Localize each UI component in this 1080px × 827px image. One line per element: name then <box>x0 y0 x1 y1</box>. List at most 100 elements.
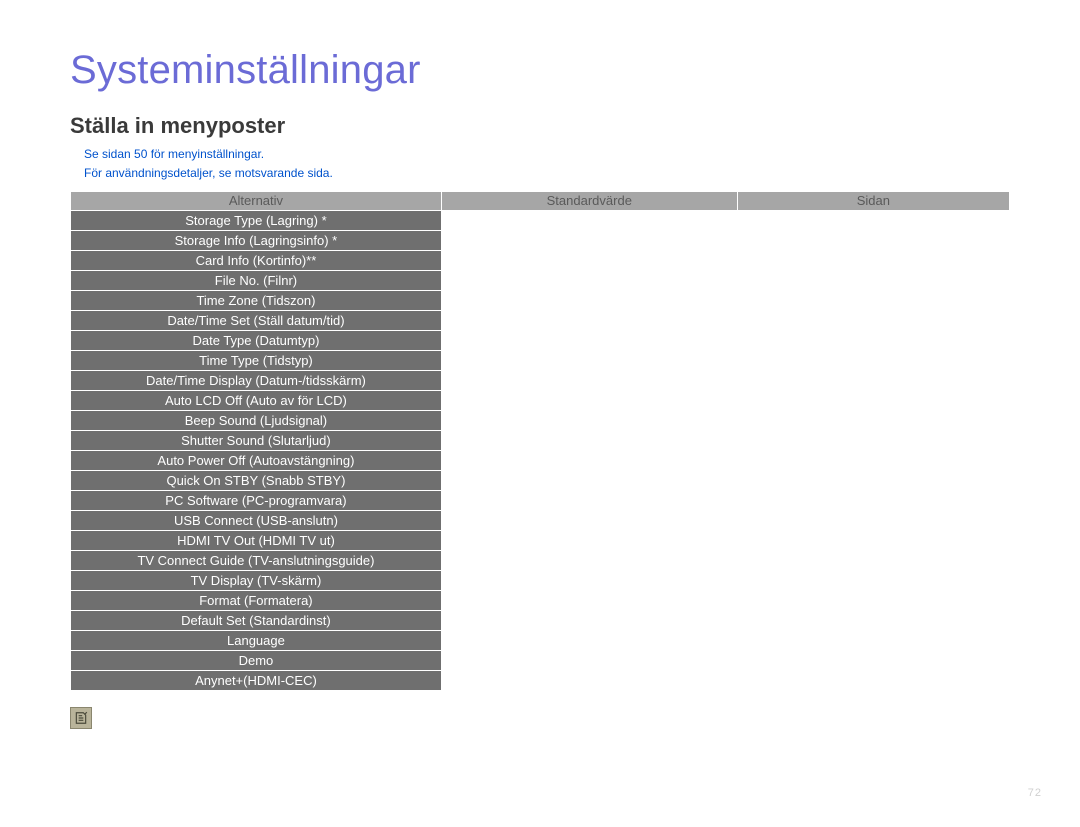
table-row: Language <box>71 630 1010 650</box>
table-row: Storage Type (Lagring) * <box>71 210 1010 230</box>
table-row: HDMI TV Out (HDMI TV ut) <box>71 530 1010 550</box>
cell-default <box>441 370 737 390</box>
section-subtitle: Ställa in menyposter <box>70 113 1010 139</box>
cell-option: Beep Sound (Ljudsignal) <box>71 410 442 430</box>
note-line: Se sidan 50 för menyinställningar. <box>84 145 1010 164</box>
table-row: Demo <box>71 650 1010 670</box>
cell-default <box>441 210 737 230</box>
table-row: USB Connect (USB-anslutn) <box>71 510 1010 530</box>
cell-option: Auto LCD Off (Auto av för LCD) <box>71 390 442 410</box>
cell-page <box>737 530 1009 550</box>
table-row: Shutter Sound (Slutarljud) <box>71 430 1010 450</box>
cell-option: Quick On STBY (Snabb STBY) <box>71 470 442 490</box>
note-line: För användningsdetaljer, se motsvarande … <box>84 164 1010 183</box>
cell-default <box>441 230 737 250</box>
cell-page <box>737 550 1009 570</box>
cell-option: Storage Info (Lagringsinfo) * <box>71 230 442 250</box>
cell-option: Auto Power Off (Autoavstängning) <box>71 450 442 470</box>
table-row: Time Zone (Tidszon) <box>71 290 1010 310</box>
cell-default <box>441 350 737 370</box>
col-header-option: Alternativ <box>71 192 442 210</box>
cell-page <box>737 330 1009 350</box>
cell-option: HDMI TV Out (HDMI TV ut) <box>71 530 442 550</box>
note-icon <box>70 707 92 729</box>
cell-page <box>737 230 1009 250</box>
table-header-row: Alternativ Standardvärde Sidan <box>71 192 1010 210</box>
cell-page <box>737 610 1009 630</box>
cell-default <box>441 470 737 490</box>
table-row: Auto Power Off (Autoavstängning) <box>71 450 1010 470</box>
table-row: Date/Time Set (Ställ datum/tid) <box>71 310 1010 330</box>
cell-default <box>441 270 737 290</box>
cell-option: TV Display (TV-skärm) <box>71 570 442 590</box>
cell-default <box>441 450 737 470</box>
table-row: Beep Sound (Ljudsignal) <box>71 410 1010 430</box>
table-row: Card Info (Kortinfo)** <box>71 250 1010 270</box>
cell-default <box>441 390 737 410</box>
cell-page <box>737 270 1009 290</box>
cell-default <box>441 630 737 650</box>
table-row: TV Display (TV-skärm) <box>71 570 1010 590</box>
cell-page <box>737 490 1009 510</box>
cell-option: Date/Time Set (Ställ datum/tid) <box>71 310 442 330</box>
cell-page <box>737 630 1009 650</box>
cell-page <box>737 570 1009 590</box>
cell-option: Date Type (Datumtyp) <box>71 330 442 350</box>
cell-page <box>737 310 1009 330</box>
cell-default <box>441 570 737 590</box>
cell-default <box>441 410 737 430</box>
table-row: PC Software (PC-programvara) <box>71 490 1010 510</box>
cell-page <box>737 450 1009 470</box>
cell-default <box>441 610 737 630</box>
table-row: Anynet+(HDMI-CEC) <box>71 670 1010 690</box>
cell-default <box>441 590 737 610</box>
cell-default <box>441 430 737 450</box>
cell-default <box>441 290 737 310</box>
cell-option: Time Zone (Tidszon) <box>71 290 442 310</box>
table-row: TV Connect Guide (TV-anslutningsguide) <box>71 550 1010 570</box>
cell-default <box>441 530 737 550</box>
cell-default <box>441 510 737 530</box>
cell-page <box>737 470 1009 490</box>
cell-page <box>737 590 1009 610</box>
page-number: 72 <box>1028 787 1042 799</box>
cell-option: Format (Formatera) <box>71 590 442 610</box>
cell-option: USB Connect (USB-anslutn) <box>71 510 442 530</box>
page-title: Systeminställningar <box>70 48 1010 93</box>
col-header-page: Sidan <box>737 192 1009 210</box>
cell-option: Card Info (Kortinfo)** <box>71 250 442 270</box>
notes-block: Se sidan 50 för menyinställningar. För a… <box>84 145 1010 182</box>
cell-default <box>441 250 737 270</box>
cell-page <box>737 390 1009 410</box>
cell-option: Anynet+(HDMI-CEC) <box>71 670 442 690</box>
table-row: Time Type (Tidstyp) <box>71 350 1010 370</box>
cell-option: Time Type (Tidstyp) <box>71 350 442 370</box>
table-row: Default Set (Standardinst) <box>71 610 1010 630</box>
table-row: Date/Time Display (Datum-/tidsskärm) <box>71 370 1010 390</box>
table-row: Auto LCD Off (Auto av för LCD) <box>71 390 1010 410</box>
cell-default <box>441 330 737 350</box>
cell-option: TV Connect Guide (TV-anslutningsguide) <box>71 550 442 570</box>
cell-option: Demo <box>71 650 442 670</box>
table-row: Format (Formatera) <box>71 590 1010 610</box>
cell-page <box>737 290 1009 310</box>
cell-default <box>441 310 737 330</box>
cell-page <box>737 210 1009 230</box>
cell-page <box>737 410 1009 430</box>
cell-option: Storage Type (Lagring) * <box>71 210 442 230</box>
cell-page <box>737 430 1009 450</box>
cell-option: File No. (Filnr) <box>71 270 442 290</box>
col-header-default: Standardvärde <box>441 192 737 210</box>
cell-page <box>737 670 1009 690</box>
cell-page <box>737 650 1009 670</box>
cell-page <box>737 350 1009 370</box>
cell-default <box>441 490 737 510</box>
table-row: File No. (Filnr) <box>71 270 1010 290</box>
cell-option: PC Software (PC-programvara) <box>71 490 442 510</box>
cell-page <box>737 370 1009 390</box>
cell-option: Shutter Sound (Slutarljud) <box>71 430 442 450</box>
table-row: Quick On STBY (Snabb STBY) <box>71 470 1010 490</box>
cell-default <box>441 650 737 670</box>
cell-page <box>737 250 1009 270</box>
cell-default <box>441 550 737 570</box>
